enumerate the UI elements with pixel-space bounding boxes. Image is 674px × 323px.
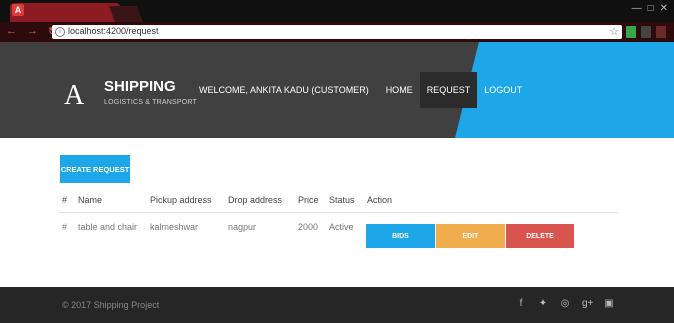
column-header-action: Action bbox=[367, 195, 393, 205]
extension-icons bbox=[626, 26, 666, 38]
column-header-drop: Drop address bbox=[228, 195, 283, 205]
address-bar[interactable]: i localhost:4200/request ☆ bbox=[52, 25, 622, 39]
column-header-index: # bbox=[62, 195, 68, 205]
column-header-price: Price bbox=[298, 195, 319, 205]
site-header: A SHIPPING LOGISTICS & TRANSPORT WELCOME… bbox=[0, 42, 674, 138]
new-tab-button[interactable] bbox=[109, 6, 143, 22]
minimize-icon[interactable]: — bbox=[632, 3, 642, 14]
brand-name: SHIPPING bbox=[104, 78, 176, 95]
url-text: localhost:4200/request bbox=[68, 26, 159, 36]
column-header-name: Name bbox=[78, 195, 103, 205]
cell-status: Active bbox=[329, 222, 354, 232]
site-footer: © 2017 Shipping Project f ✦ ◎ g+ ▣ bbox=[0, 287, 674, 323]
maximize-icon[interactable]: □ bbox=[648, 3, 654, 14]
facebook-icon[interactable]: f bbox=[516, 297, 526, 311]
social-links: f ✦ ◎ g+ ▣ bbox=[516, 297, 614, 311]
cell-drop: nagpur bbox=[228, 222, 257, 232]
column-header-pickup: Pickup address bbox=[150, 195, 212, 205]
browser-toolbar: ← → ↻ i localhost:4200/request ☆ bbox=[0, 22, 674, 42]
cell-index: # bbox=[62, 222, 68, 232]
nav-logout[interactable]: LOGOUT bbox=[477, 72, 529, 108]
main-nav: WELCOME, ANKITA KADU (CUSTOMER) HOME REQ… bbox=[195, 72, 529, 108]
extension-icon[interactable] bbox=[626, 26, 636, 38]
google-plus-icon[interactable]: g+ bbox=[582, 297, 593, 311]
table-row: # table and chair kalmeshwar nagpur 2000… bbox=[0, 218, 674, 250]
menu-icon[interactable] bbox=[656, 26, 666, 38]
nav-request[interactable]: REQUEST bbox=[419, 72, 478, 108]
browser-nav-buttons: ← → ↻ bbox=[6, 25, 57, 38]
copyright-text: © 2017 Shipping Project bbox=[62, 300, 160, 310]
angular-favicon-icon: A bbox=[12, 4, 24, 16]
create-request-button[interactable]: CREATE REQUEST bbox=[60, 155, 130, 183]
browser-tab[interactable] bbox=[10, 3, 120, 22]
close-icon[interactable]: ✕ bbox=[660, 3, 668, 14]
bids-button[interactable]: BIDS bbox=[366, 224, 435, 248]
browser-tab-strip: A — □ ✕ bbox=[0, 0, 674, 22]
cell-pickup: kalmeshwar bbox=[150, 222, 199, 232]
table-divider bbox=[58, 212, 618, 213]
back-icon[interactable]: ← bbox=[6, 25, 17, 38]
delete-button[interactable]: DELETE bbox=[506, 224, 574, 248]
extension-icon[interactable] bbox=[641, 26, 651, 38]
brand-tagline: LOGISTICS & TRANSPORT bbox=[104, 99, 198, 106]
table-header: # Name Pickup address Drop address Price… bbox=[0, 191, 674, 211]
forward-icon[interactable]: → bbox=[27, 25, 38, 38]
bookmark-star-icon[interactable]: ☆ bbox=[609, 25, 619, 39]
welcome-text: WELCOME, ANKITA KADU (CUSTOMER) bbox=[199, 85, 369, 95]
twitter-icon[interactable]: ✦ bbox=[538, 297, 548, 311]
logo[interactable]: A bbox=[64, 80, 84, 112]
cell-price: 2000 bbox=[298, 222, 319, 232]
nav-home[interactable]: HOME bbox=[379, 72, 420, 108]
window-controls: — □ ✕ bbox=[632, 3, 668, 14]
column-header-status: Status bbox=[329, 195, 355, 205]
edit-button[interactable]: EDIT bbox=[436, 224, 505, 248]
instagram-icon[interactable]: ▣ bbox=[604, 297, 614, 311]
info-icon[interactable]: i bbox=[55, 27, 65, 37]
dribbble-icon[interactable]: ◎ bbox=[560, 297, 570, 311]
cell-name: table and chair bbox=[78, 222, 138, 232]
